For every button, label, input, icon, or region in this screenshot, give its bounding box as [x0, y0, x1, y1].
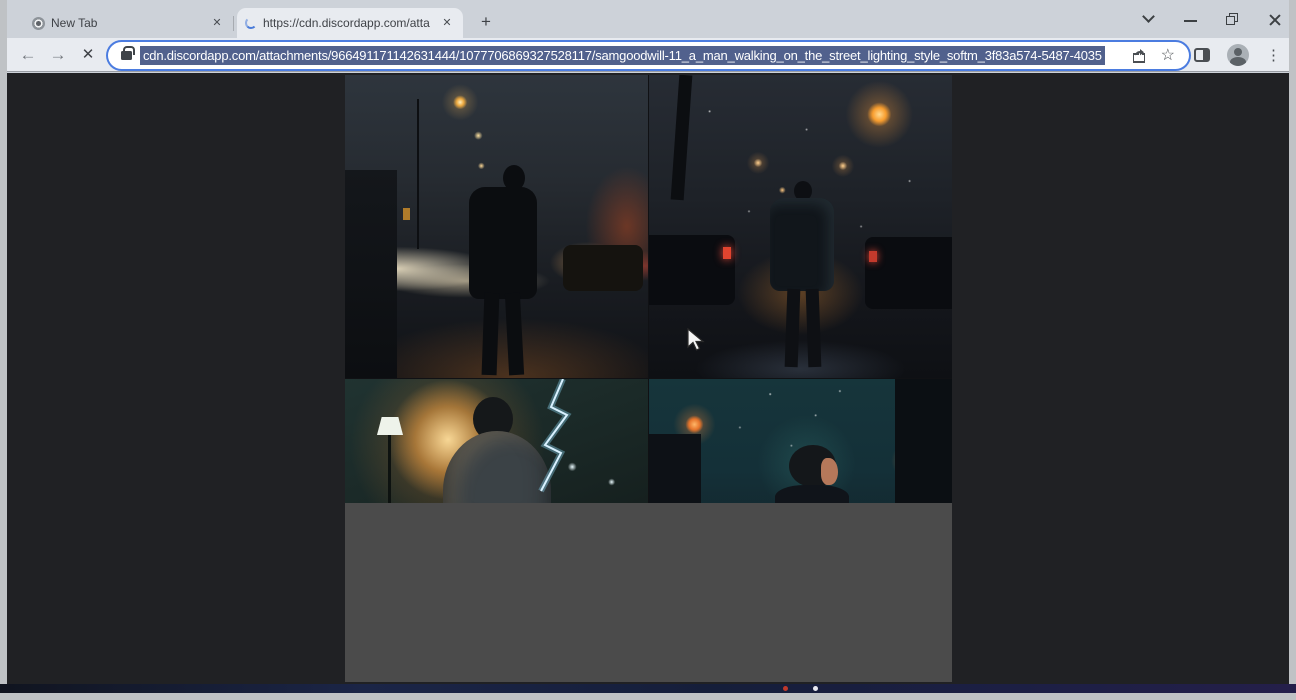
image-loading-placeholder: [345, 503, 952, 682]
minimize-button[interactable]: [1183, 12, 1199, 28]
street-lamp-head: [377, 417, 403, 435]
lightning-bolt: [521, 379, 591, 505]
window-controls: [1141, 8, 1283, 32]
building-silhouette: [649, 434, 701, 514]
toolbar-right-icons: ⋮: [1194, 42, 1281, 68]
mouse-cursor: [687, 328, 705, 352]
shop-sign-light: [403, 208, 410, 220]
page-content: [7, 73, 1289, 684]
car-silhouette: [563, 245, 643, 291]
chevron-down-icon: [1142, 10, 1155, 23]
omnibox-actions: ☆: [1131, 48, 1189, 64]
profile-avatar[interactable]: [1227, 44, 1249, 66]
figure-face-profile: [821, 458, 838, 485]
restore-button[interactable]: [1225, 12, 1241, 28]
car-silhouette: [649, 235, 735, 305]
tab-close-icon[interactable]: ✕: [209, 15, 225, 31]
browser-window: New Tab ✕ https://cdn.discordapp.com/att…: [7, 0, 1289, 684]
building-silhouette: [895, 379, 952, 514]
url-selected-text[interactable]: cdn.discordapp.com/attachments/966491171…: [140, 46, 1105, 65]
tab-close-icon[interactable]: ✕: [439, 15, 455, 31]
taskbar-strip: [0, 684, 1296, 693]
lamp-post: [417, 99, 419, 249]
chrome-logo-icon: [32, 17, 45, 30]
kebab-menu-icon[interactable]: ⋮: [1266, 46, 1281, 64]
address-bar[interactable]: cdn.discordapp.com/attachments/966491171…: [108, 42, 1189, 69]
white-dot-icon: [813, 686, 818, 691]
new-tab-button[interactable]: +: [475, 11, 497, 33]
lock-icon[interactable]: [121, 51, 132, 60]
figure-leg: [785, 289, 801, 367]
figure-torso: [770, 198, 834, 291]
street-lamp-pole: [388, 435, 391, 505]
figure-leg: [806, 289, 822, 367]
image-quadrant-1: [345, 75, 648, 378]
tab-new-tab[interactable]: New Tab ✕: [24, 8, 233, 38]
tab-title: https://cdn.discordapp.com/atta: [263, 16, 433, 30]
car-taillight: [723, 247, 731, 259]
figure-leg: [505, 293, 524, 376]
car-silhouette: [865, 237, 952, 309]
red-dot-icon: [783, 686, 788, 691]
bookmark-star-icon[interactable]: ☆: [1161, 48, 1175, 64]
car-taillight: [869, 251, 877, 262]
figure-torso: [469, 187, 537, 299]
tab-strip: New Tab ✕ https://cdn.discordapp.com/att…: [7, 0, 1289, 38]
image-grid[interactable]: [345, 75, 952, 682]
forward-button[interactable]: →: [45, 42, 71, 68]
tab-title: New Tab: [51, 16, 203, 30]
browser-toolbar: ← → ✕ cdn.discordapp.com/attachments/966…: [7, 38, 1289, 72]
building-silhouette: [345, 170, 397, 378]
tree-trunk: [671, 75, 693, 200]
loading-spinner-icon: [245, 17, 257, 29]
close-window-button[interactable]: [1267, 12, 1283, 28]
tab-search-chevron-icon[interactable]: [1141, 12, 1157, 28]
side-panel-icon[interactable]: [1194, 48, 1210, 62]
figure-leg: [482, 293, 500, 375]
tab-discord-cdn[interactable]: https://cdn.discordapp.com/atta ✕: [237, 8, 463, 38]
tab-divider: [233, 16, 234, 31]
stop-loading-button[interactable]: ✕: [75, 42, 101, 68]
restore-icon: [1226, 16, 1235, 25]
share-icon[interactable]: [1131, 48, 1148, 63]
minimize-icon: [1184, 20, 1197, 22]
back-button[interactable]: ←: [15, 42, 41, 68]
